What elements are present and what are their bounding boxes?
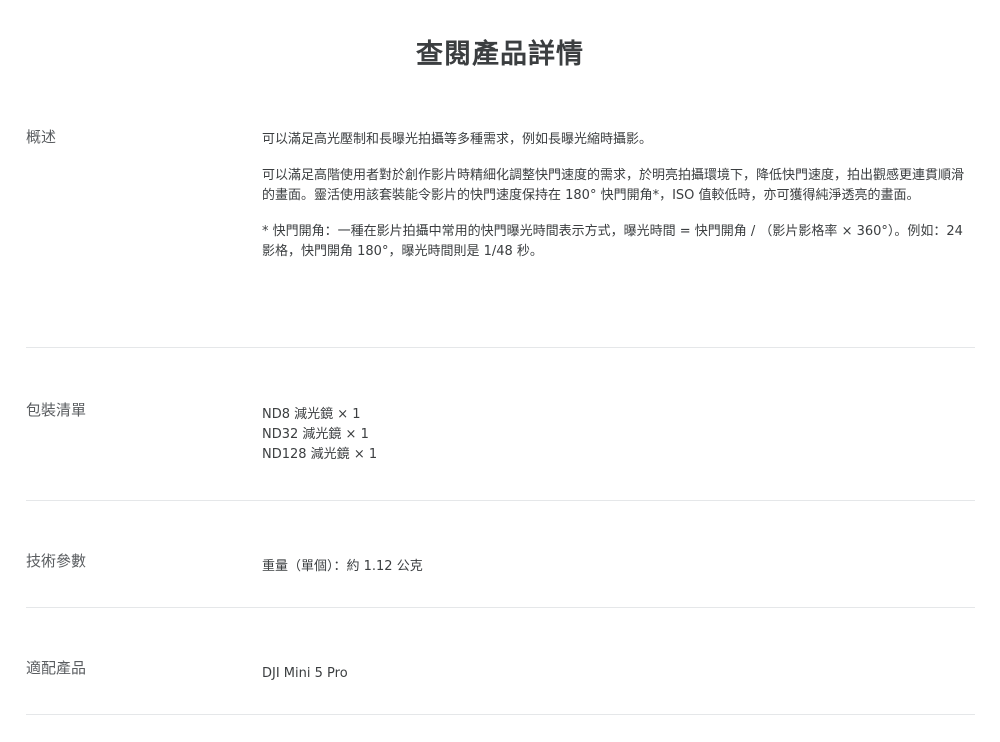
specs-row: 技術參數 重量（單個）：約 1.12 公克: [26, 501, 975, 608]
package-row: 包裝清單 ND8 減光鏡 × 1 ND32 減光鏡 × 1 ND128 減光鏡 …: [26, 348, 975, 501]
overview-footnote: * 快門開角：一種在影片拍攝中常用的快門曝光時間表示方式，曝光時間 = 快門開角…: [262, 224, 963, 259]
overview-label: 概述: [26, 128, 57, 146]
weight-value: 重量（單個）：約 1.12 公克: [262, 559, 423, 574]
package-label: 包裝清單: [26, 401, 87, 419]
overview-content: 可以滿足高光壓制和長曝光拍攝等多種需求，例如長曝光縮時攝影。 可以滿足高階使用者…: [262, 130, 975, 347]
specs-content: 重量（單個）：約 1.12 公克: [262, 557, 975, 607]
compatibility-row: 適配產品 DJI Mini 5 Pro: [26, 608, 975, 715]
page-title: 查閱產品詳情: [416, 39, 584, 71]
overview-row: 概述 可以滿足高光壓制和長曝光拍攝等多種需求，例如長曝光縮時攝影。 可以滿足高階…: [26, 122, 975, 348]
compatible-product: DJI Mini 5 Pro: [262, 666, 348, 681]
package-item: ND8 減光鏡 × 1: [262, 407, 361, 422]
overview-paragraph: 可以滿足高光壓制和長曝光拍攝等多種需求，例如長曝光縮時攝影。: [262, 132, 653, 147]
overview-paragraph: 可以滿足高階使用者對於創作影片時精細化調整快門速度的需求，於明亮拍攝環境下，降低…: [262, 168, 965, 203]
package-item: ND32 減光鏡 × 1: [262, 427, 369, 442]
package-item: ND128 減光鏡 × 1: [262, 447, 378, 462]
specs-label: 技術參數: [26, 552, 87, 570]
package-list: ND8 減光鏡 × 1 ND32 減光鏡 × 1 ND128 減光鏡 × 1: [262, 405, 975, 500]
compatibility-label: 適配產品: [26, 659, 87, 677]
product-details-table: 概述 可以滿足高光壓制和長曝光拍攝等多種需求，例如長曝光縮時攝影。 可以滿足高階…: [26, 122, 975, 715]
compatibility-content: DJI Mini 5 Pro: [262, 664, 975, 714]
